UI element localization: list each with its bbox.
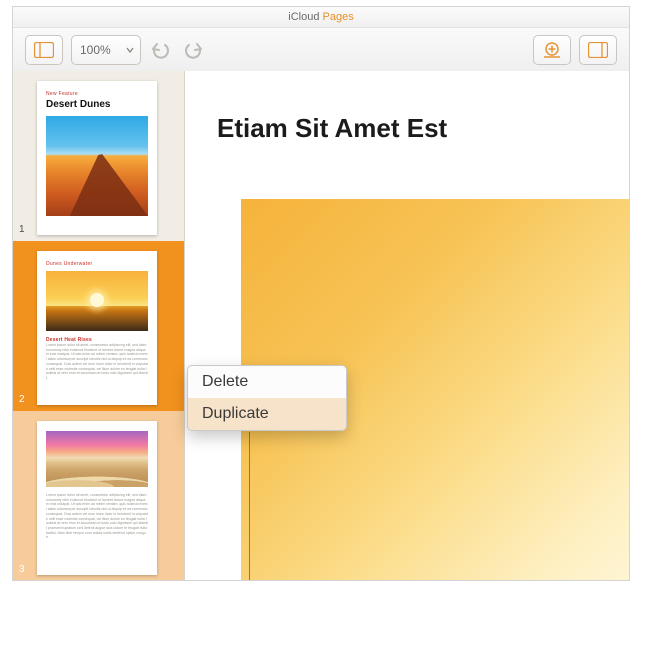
page-canvas[interactable]: Etiam Sit Amet Est — [185, 71, 629, 580]
app-window: iCloud Pages 100% — [12, 6, 630, 581]
insert-plus-icon — [542, 41, 562, 59]
document-body: 1 New Feature Desert Dunes 2 Dunes Under… — [13, 71, 629, 580]
thumb-title: Desert Dunes — [46, 99, 148, 110]
zoom-select[interactable]: 100% — [71, 35, 141, 65]
thumb-hero-image — [46, 431, 148, 487]
page-thumbnail-1[interactable]: 1 New Feature Desert Dunes — [13, 71, 184, 241]
zoom-value: 100% — [78, 43, 126, 57]
thumb-preview: New Feature Desert Dunes — [37, 81, 157, 235]
thumb-number: 3 — [19, 564, 25, 575]
thumb-number: 1 — [19, 224, 25, 235]
thumb-number: 2 — [19, 394, 25, 405]
insert-button[interactable] — [533, 35, 571, 65]
thumb-category: New Feature — [46, 91, 148, 97]
titlebar: iCloud Pages — [13, 7, 629, 28]
thumb-hero-image — [46, 116, 148, 216]
page-thumbnail-2[interactable]: 2 Dunes Underwater Desert Heat Rises Lor… — [13, 241, 184, 411]
sidebar-layout-icon — [34, 42, 54, 58]
thumb-preview: Lorem ipsum dolor sit amet, consectetur … — [37, 421, 157, 575]
chevron-down-icon — [126, 47, 134, 53]
page-thumbnail-3[interactable]: 3 Lorem ipsum dolor sit amet, consectetu… — [13, 411, 184, 580]
thumb-hero-image — [46, 271, 148, 331]
redo-icon — [183, 41, 203, 59]
view-button[interactable] — [25, 35, 63, 65]
context-menu-duplicate[interactable]: Duplicate — [188, 398, 346, 430]
format-panel-icon — [588, 42, 608, 58]
page-title[interactable]: Etiam Sit Amet Est — [217, 113, 630, 144]
titlebar-docname: Pages — [323, 11, 354, 23]
thumb-preview: Dunes Underwater Desert Heat Rises Lorem… — [37, 251, 157, 405]
thumbnail-context-menu: Delete Duplicate — [187, 365, 347, 431]
thumb-category: Dunes Underwater — [46, 261, 148, 267]
page-thumbnails-sidebar[interactable]: 1 New Feature Desert Dunes 2 Dunes Under… — [13, 71, 185, 580]
thumb-bodytext: Lorem ipsum dolor sit amet, consectetur … — [46, 343, 148, 381]
format-button[interactable] — [579, 35, 617, 65]
context-menu-delete[interactable]: Delete — [188, 366, 346, 398]
undo-icon — [151, 41, 171, 59]
callout-leader-line — [249, 432, 250, 581]
redo-button[interactable] — [181, 36, 205, 64]
current-page[interactable]: Etiam Sit Amet Est — [217, 113, 630, 581]
thumb-bodytext: Lorem ipsum dolor sit amet, consectetur … — [46, 493, 148, 540]
titlebar-appname: iCloud — [288, 11, 319, 23]
toolbar: 100% — [13, 28, 629, 72]
undo-button[interactable] — [149, 36, 173, 64]
